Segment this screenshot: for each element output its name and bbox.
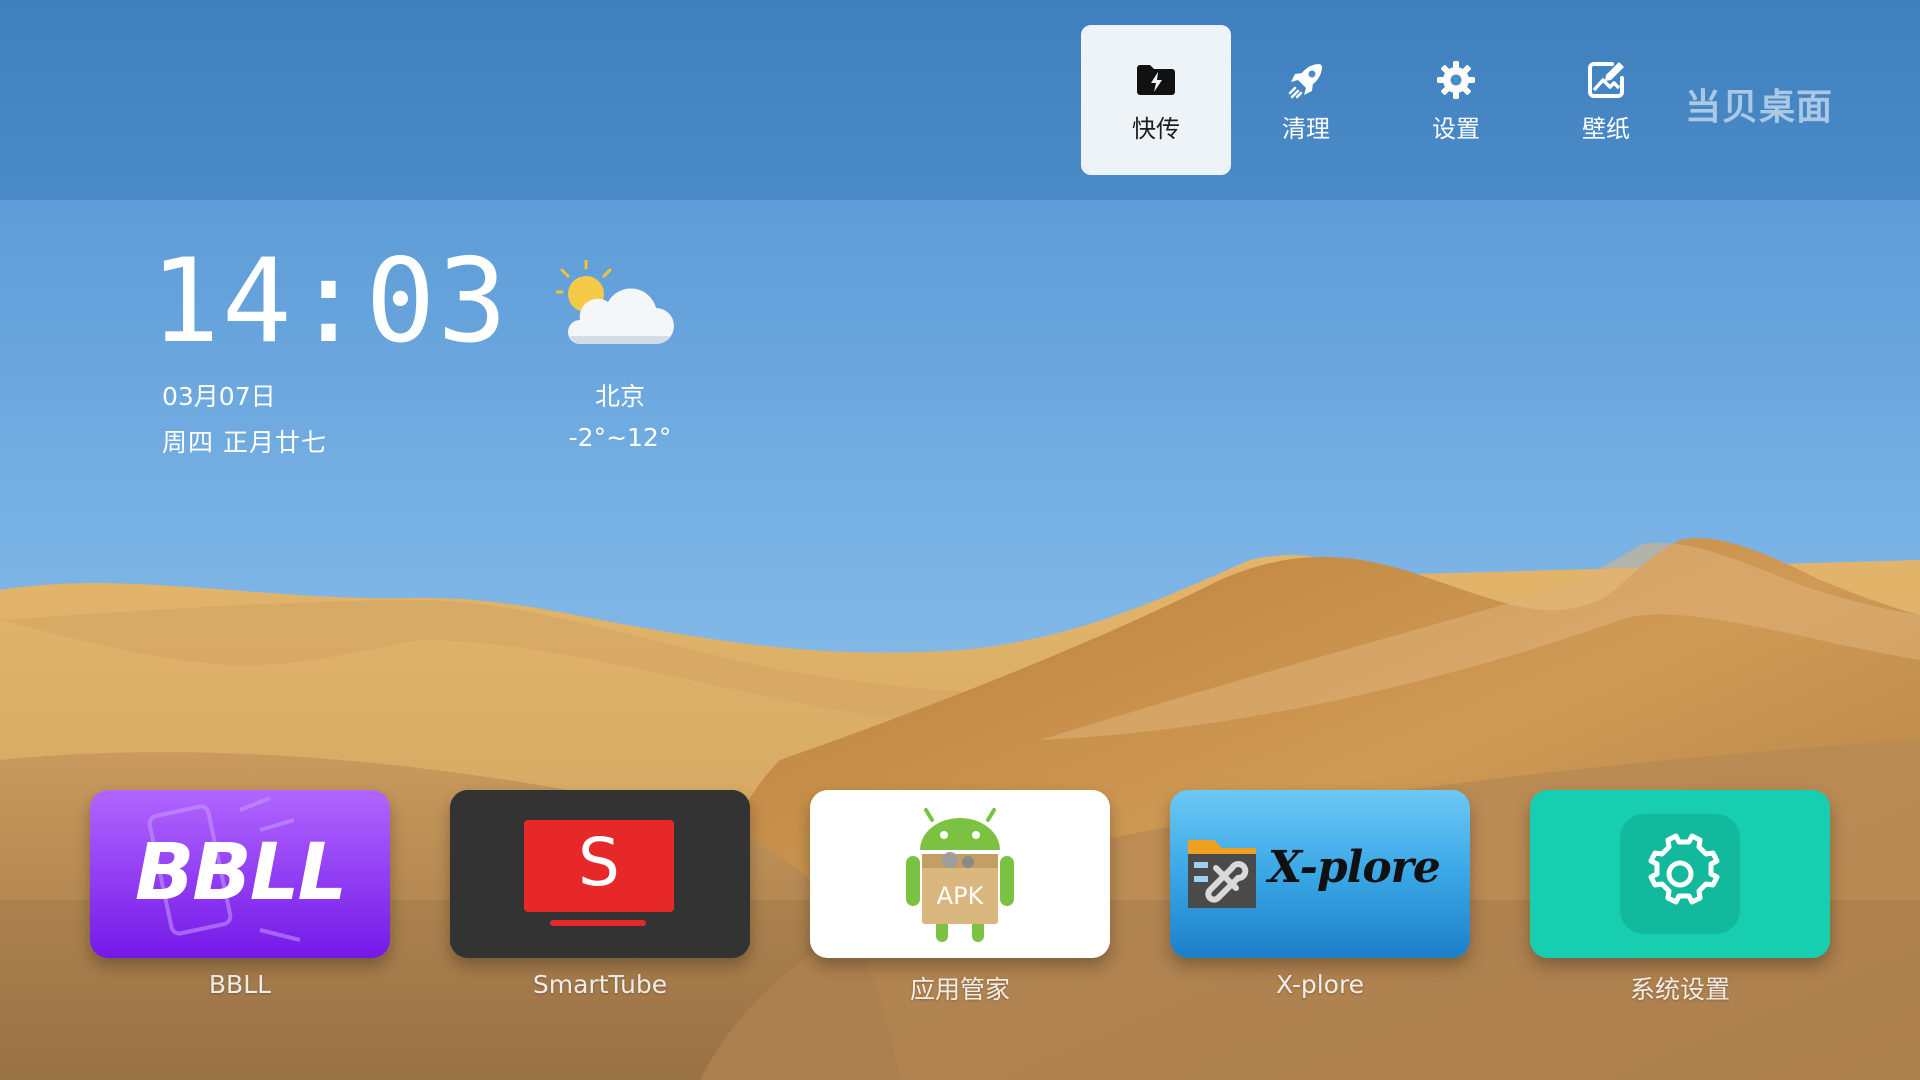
app-name: BBLL — [208, 970, 272, 999]
clean-button[interactable]: 清理 — [1231, 25, 1381, 175]
apk-label: APK — [936, 882, 984, 910]
clean-label: 清理 — [1282, 115, 1330, 143]
wallpaper-button[interactable]: 壁纸 — [1531, 25, 1681, 175]
app-system-settings[interactable]: 系统设置 — [1530, 790, 1830, 1006]
app-tile[interactable] — [1530, 790, 1830, 958]
settings-button[interactable]: 设置 — [1381, 25, 1531, 175]
app-name: X-plore — [1275, 970, 1365, 999]
apk-manager-app-icon — [810, 790, 1110, 958]
quick-transfer-button[interactable]: 快传 — [1081, 25, 1231, 175]
xplore-logo-text: X-plore — [1268, 842, 1441, 893]
app-bbll[interactable]: BBLL BBLL — [90, 790, 390, 999]
bbll-logo-text: BBLL — [134, 828, 347, 918]
app-name: 系统设置 — [1629, 975, 1730, 1004]
wallpaper-edit-icon — [1588, 62, 1624, 98]
app-tile[interactable]: APK — [810, 790, 1110, 958]
smarttube-logo-text: S — [578, 824, 620, 901]
settings-label: 设置 — [1432, 115, 1480, 143]
app-tile[interactable]: S — [450, 790, 750, 958]
app-smarttube[interactable]: S SmartTube — [450, 790, 750, 999]
partly-cloudy-icon — [556, 260, 674, 344]
gear-icon — [1437, 61, 1475, 99]
quick-transfer-label: 快传 — [1132, 115, 1180, 143]
rocket-clean-icon — [1288, 64, 1322, 99]
system-settings-app-icon — [1530, 790, 1830, 958]
weather-temperature: -2°~12° — [568, 423, 672, 452]
clock-time: 14:03 — [150, 234, 510, 369]
weather-city: 北京 — [594, 382, 645, 411]
clock-date: 03月07日 — [162, 382, 276, 411]
app-manager[interactable]: APK 应用管家 — [810, 790, 1110, 1006]
quick-transfer-icon — [1137, 65, 1175, 95]
app-name: 应用管家 — [909, 975, 1010, 1004]
wallpaper-label: 壁纸 — [1582, 115, 1630, 143]
brand-logo: 当贝桌面 — [1684, 87, 1833, 128]
app-name: SmartTube — [532, 970, 668, 999]
lunar-date: 周四 正月廿七 — [162, 428, 327, 457]
app-tile[interactable]: X-plore — [1170, 790, 1470, 958]
top-bar: 快传 清理 设置 壁纸 当贝桌面 — [0, 0, 1920, 200]
app-xplore[interactable]: X-plore X-plore — [1170, 790, 1470, 999]
app-tile[interactable]: BBLL — [90, 790, 390, 958]
